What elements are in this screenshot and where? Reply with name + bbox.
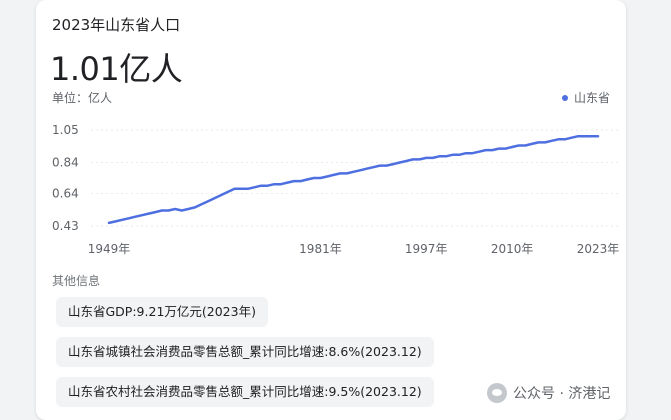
x-tick-label: 1949年 [88,242,131,256]
y-tick-label: 0.84 [52,156,79,170]
watermark-text: 公众号 · 济港记 [513,386,611,402]
rural-retail-chip[interactable]: 山东省农村社会消费品零售总额_累计同比增速:9.5%(2023.12) [56,377,434,407]
card-title: 2023年山东省人口 [52,16,181,34]
unit-label: 单位：亿人 [52,91,113,105]
other-info-title: 其他信息 [52,274,101,288]
population-line-chart[interactable]: 1.05 0.84 0.64 0.43 1949年 1981年 1997年 2010年 2023… [36,118,626,260]
population-value: 1.01亿人 [50,50,183,88]
x-tick-label: 2023年 [577,242,620,256]
gdp-chip[interactable]: 山东省GDP:9.21万亿元(2023年) [56,297,268,327]
x-tick-label: 1997年 [405,242,448,256]
y-tick-label: 1.05 [52,123,79,137]
chart-legend: 山东省 [561,89,610,106]
wechat-icon [487,383,507,403]
urban-retail-chip[interactable]: 山东省城镇社会消费品零售总额_累计同比增速:8.6%(2023.12) [56,337,434,367]
x-tick-label: 2010年 [491,242,534,256]
legend-label: 山东省 [573,91,610,105]
y-tick-label: 0.43 [52,219,79,233]
legend-dot-icon [561,94,568,101]
population-card: 2023年山东省人口 1.01亿人 单位：亿人 山东省 1.05 0.84 0.64… [36,0,626,420]
watermark: 公众号 · 济港记 [487,383,610,403]
y-tick-label: 0.64 [52,186,79,200]
series-line-shandong [107,134,600,225]
x-tick-label: 1981年 [299,242,342,256]
